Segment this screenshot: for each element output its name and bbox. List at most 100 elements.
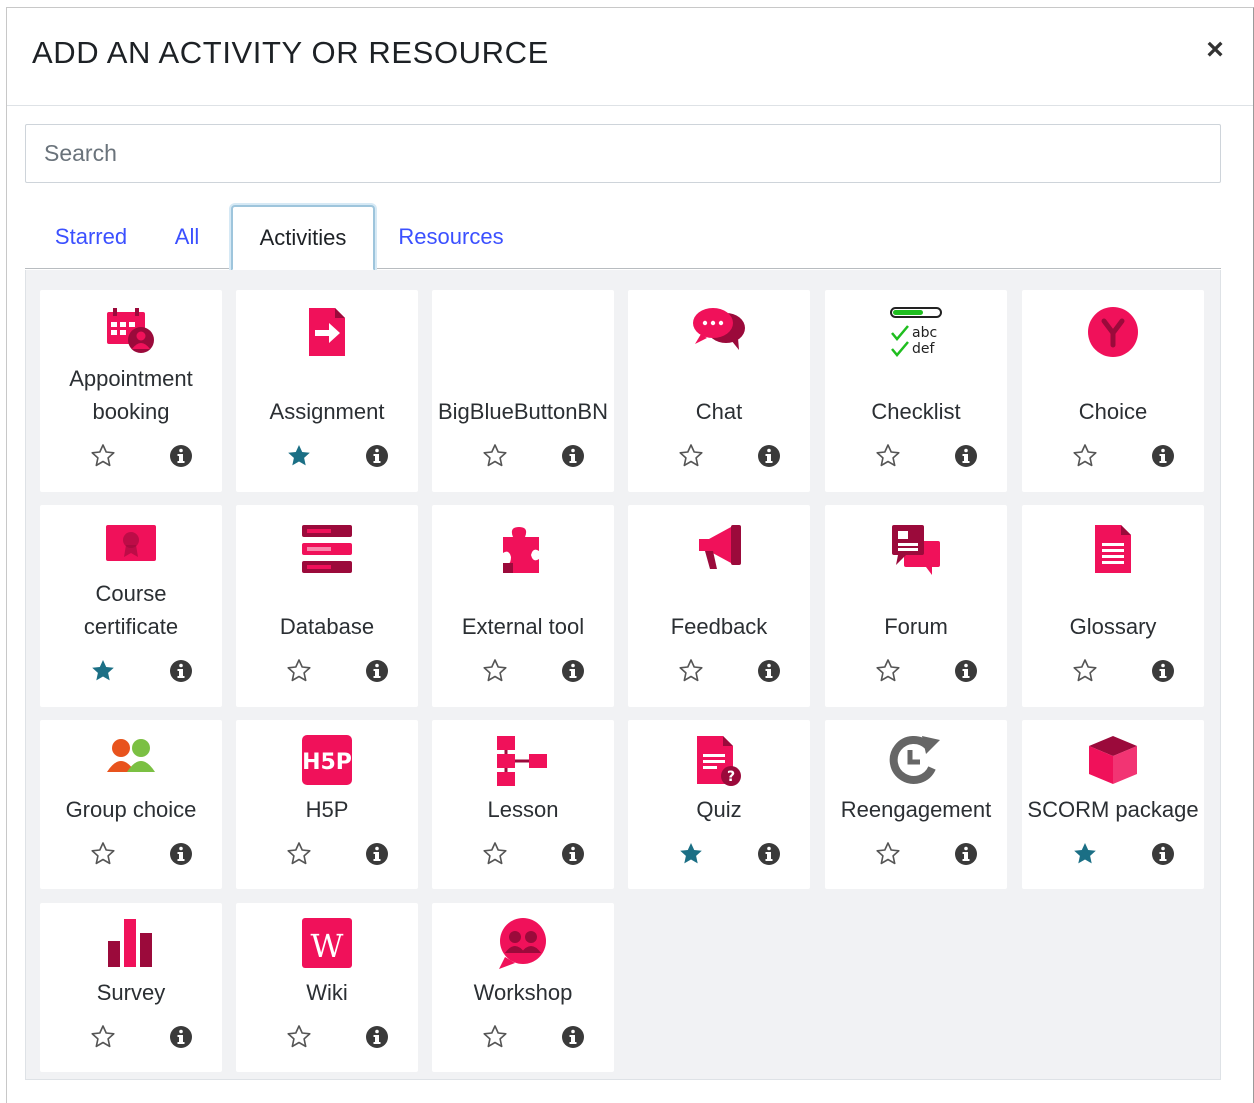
activity-label[interactable]: Appointment booking	[40, 362, 222, 428]
activity-label-line: Feedback	[670, 614, 768, 639]
starred-icon[interactable]	[1072, 841, 1098, 867]
info-icon[interactable]	[365, 842, 389, 866]
activity-card-appointment-booking[interactable]: Appointment booking	[40, 290, 222, 492]
activity-label[interactable]: Forum	[825, 610, 1007, 643]
starred-icon[interactable]	[678, 841, 704, 867]
activity-label[interactable]: BigBlueButtonBN	[432, 395, 614, 428]
activity-card-chat[interactable]: Chat	[628, 290, 810, 492]
activity-card-external-tool[interactable]: External tool	[432, 505, 614, 707]
star-icon[interactable]	[1072, 658, 1098, 684]
star-icon[interactable]	[875, 841, 901, 867]
starred-icon[interactable]	[90, 658, 116, 684]
tab-all[interactable]: All	[167, 205, 207, 269]
star-icon[interactable]	[875, 443, 901, 469]
star-icon[interactable]	[90, 1024, 116, 1050]
activity-card-group-choice[interactable]: Group choice	[40, 720, 222, 889]
info-icon[interactable]	[1151, 659, 1175, 683]
tab-activities[interactable]: Activities	[231, 205, 375, 271]
activity-card-course-certificate[interactable]: Course certificate	[40, 505, 222, 707]
activity-label-line: Course	[95, 581, 167, 606]
activity-label-line: Survey	[96, 980, 166, 1005]
activity-label[interactable]: Survey	[40, 976, 222, 1009]
activity-card-choice[interactable]: Choice	[1022, 290, 1204, 492]
category-tabs: Starred All Activities Resources	[25, 205, 1221, 271]
info-icon[interactable]	[169, 444, 193, 468]
activity-card-assignment[interactable]: Assignment	[236, 290, 418, 492]
activity-card-lesson[interactable]: Lesson	[432, 720, 614, 889]
info-icon[interactable]	[365, 1025, 389, 1049]
star-icon[interactable]	[482, 841, 508, 867]
info-icon[interactable]	[561, 444, 585, 468]
star-icon[interactable]	[286, 841, 312, 867]
activity-card-workshop[interactable]: Workshop	[432, 903, 614, 1072]
info-icon[interactable]	[169, 1025, 193, 1049]
activity-label[interactable]: Feedback	[628, 610, 810, 643]
info-icon[interactable]	[954, 842, 978, 866]
info-icon[interactable]	[757, 444, 781, 468]
info-icon[interactable]	[365, 444, 389, 468]
star-icon[interactable]	[286, 1024, 312, 1050]
activity-card-h5p[interactable]: H5P H5P	[236, 720, 418, 889]
activity-label[interactable]: External tool	[432, 610, 614, 643]
star-icon[interactable]	[286, 658, 312, 684]
info-icon[interactable]	[561, 1025, 585, 1049]
info-icon[interactable]	[1151, 444, 1175, 468]
activity-label[interactable]: Chat	[628, 395, 810, 428]
star-icon[interactable]	[1072, 443, 1098, 469]
activity-label[interactable]: Database	[236, 610, 418, 643]
star-icon[interactable]	[90, 841, 116, 867]
star-icon[interactable]	[678, 658, 704, 684]
starred-icon[interactable]	[286, 443, 312, 469]
certificate-icon	[40, 523, 222, 563]
activity-label-line: Choice	[1078, 399, 1148, 424]
info-icon[interactable]	[954, 444, 978, 468]
star-icon[interactable]	[678, 443, 704, 469]
activity-label[interactable]: Group choice	[40, 793, 222, 826]
activity-label[interactable]: Checklist	[825, 395, 1007, 428]
activity-label[interactable]: Choice	[1022, 395, 1204, 428]
info-icon[interactable]	[561, 842, 585, 866]
activity-label[interactable]: Quiz	[628, 793, 810, 826]
info-icon[interactable]	[365, 659, 389, 683]
activity-label[interactable]: Workshop	[432, 976, 614, 1009]
svg-text:abc: abc	[912, 325, 937, 341]
info-icon[interactable]	[169, 842, 193, 866]
tab-starred[interactable]: Starred	[51, 205, 131, 269]
activity-label[interactable]: Wiki	[236, 976, 418, 1009]
activity-card-bigbluebuttonbn[interactable]: BigBlueButtonBN	[432, 290, 614, 492]
close-button[interactable]: ×	[1199, 34, 1231, 66]
info-icon[interactable]	[1151, 842, 1175, 866]
activity-card-feedback[interactable]: Feedback	[628, 505, 810, 707]
info-icon[interactable]	[169, 659, 193, 683]
star-icon[interactable]	[482, 443, 508, 469]
activity-card-survey[interactable]: Survey	[40, 903, 222, 1072]
activity-card-quiz[interactable]: ? Quiz	[628, 720, 810, 889]
activity-label[interactable]: Course certificate	[40, 577, 222, 643]
activity-card-reengagement[interactable]: Reengagement	[825, 720, 1007, 889]
star-icon[interactable]	[482, 658, 508, 684]
info-icon[interactable]	[757, 842, 781, 866]
star-icon[interactable]	[482, 1024, 508, 1050]
activity-card-database[interactable]: Database	[236, 505, 418, 707]
activity-label[interactable]: Lesson	[432, 793, 614, 826]
activity-label[interactable]: Reengagement	[825, 793, 1007, 826]
info-icon[interactable]	[954, 659, 978, 683]
info-icon[interactable]	[561, 659, 585, 683]
svg-text:?: ?	[727, 769, 735, 785]
activity-label[interactable]: Glossary	[1022, 610, 1204, 643]
activity-card-wiki[interactable]: W Wiki	[236, 903, 418, 1072]
activity-label[interactable]: SCORM package	[1022, 793, 1204, 826]
activity-card-forum[interactable]: Forum	[825, 505, 1007, 707]
activity-label[interactable]: H5P	[236, 793, 418, 826]
activity-card-glossary[interactable]: Glossary	[1022, 505, 1204, 707]
activity-card-checklist[interactable]: abc def Checklist	[825, 290, 1007, 492]
star-icon[interactable]	[875, 658, 901, 684]
activity-card-scorm-package[interactable]: SCORM package	[1022, 720, 1204, 889]
search-input[interactable]	[25, 124, 1221, 183]
assignment-icon	[236, 306, 418, 358]
info-icon[interactable]	[757, 659, 781, 683]
tab-resources[interactable]: Resources	[395, 205, 507, 269]
choice-icon	[1022, 306, 1204, 358]
activity-label[interactable]: Assignment	[236, 395, 418, 428]
star-icon[interactable]	[90, 443, 116, 469]
